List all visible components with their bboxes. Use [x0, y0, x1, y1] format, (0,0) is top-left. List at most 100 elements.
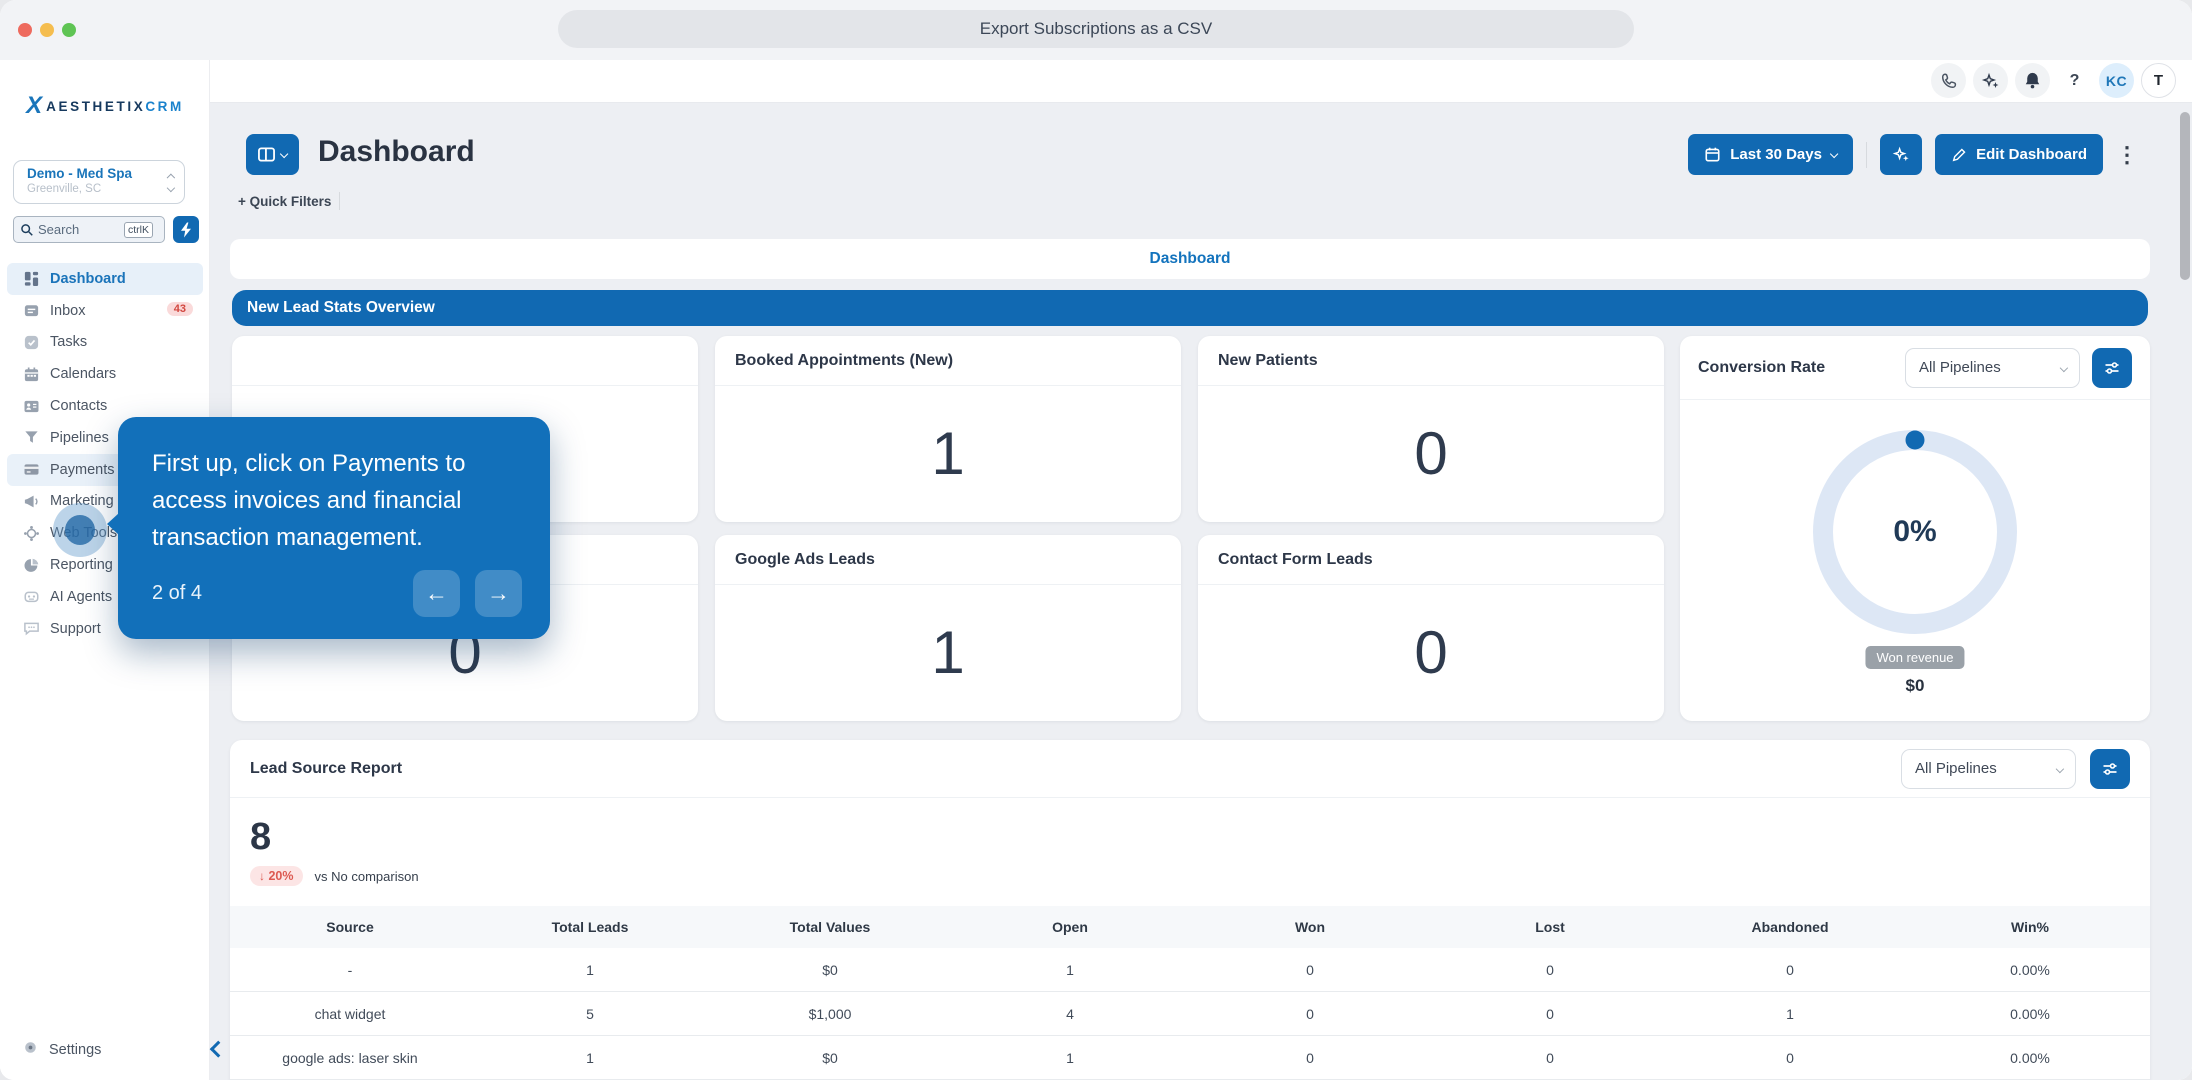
credit-card-icon: [22, 461, 40, 479]
dashboard-layout-button[interactable]: [246, 134, 299, 175]
funnel-icon: [22, 429, 40, 447]
pipelines-filter-select[interactable]: All Pipelines: [1905, 348, 2080, 388]
comparison-label: vs No comparison: [315, 869, 419, 884]
macos-titlebar: Export Subscriptions as a CSV: [0, 0, 2192, 60]
stat-card-google-ads-leads: Google Ads Leads 1: [715, 535, 1181, 721]
brand-mark-icon: X: [26, 92, 40, 120]
page-scrollbar[interactable]: [2180, 112, 2190, 280]
pie-chart-icon: [22, 556, 40, 574]
stat-card-title: Google Ads Leads: [715, 535, 1181, 585]
sidebar-item-inbox[interactable]: Inbox 43: [7, 295, 203, 327]
stat-card-value: 1: [715, 386, 1181, 520]
edit-dashboard-button[interactable]: Edit Dashboard: [1935, 134, 2103, 175]
robot-icon: [22, 588, 40, 606]
layout-grid-icon: [257, 146, 276, 163]
date-range-button[interactable]: Last 30 Days: [1688, 134, 1853, 175]
inbox-unread-badge: 43: [167, 302, 193, 316]
tasks-icon: [22, 333, 40, 351]
won-revenue-badge: Won revenue: [1865, 646, 1964, 669]
chart-settings-button[interactable]: [2090, 749, 2130, 789]
table-row: chat widget5$1,00040010.00%: [230, 992, 2150, 1036]
megaphone-icon: [22, 492, 40, 510]
search-icon: [20, 223, 34, 237]
conversion-card-header: Conversion Rate All Pipelines: [1680, 336, 2150, 400]
conversion-donut-chart: 0%: [1813, 430, 2017, 634]
lead-source-report-card: Lead Source Report All Pipelines 8 ↓ 20%…: [230, 740, 2150, 1080]
lightning-icon: [179, 222, 193, 238]
lead-report-title: Lead Source Report: [250, 760, 1887, 778]
column-header: Total Leads: [470, 919, 710, 935]
lead-change-row: ↓ 20% vs No comparison: [250, 866, 419, 886]
sidebar-item-tasks[interactable]: Tasks: [7, 327, 203, 359]
column-header: Total Values: [710, 919, 950, 935]
tour-tooltip: First up, click on Payments to access in…: [118, 417, 550, 639]
brand-name: AESTHETIXCRM: [46, 99, 184, 114]
table-row: google ads: laser skin1$010000.00%: [230, 1036, 2150, 1080]
organization-selector[interactable]: Demo - Med Spa Greenville, SC: [13, 160, 185, 204]
contacts-icon: [22, 397, 40, 415]
ai-assist-button[interactable]: [1880, 134, 1922, 175]
inbox-icon: [22, 302, 40, 320]
tour-next-button[interactable]: →: [475, 570, 522, 617]
stat-card-value: 1: [715, 585, 1181, 719]
search-box[interactable]: ctrlK: [13, 216, 165, 243]
quick-actions-button[interactable]: [173, 216, 199, 243]
tour-tooltip-footer: 2 of 4 ← →: [152, 570, 522, 617]
change-percent-badge: ↓ 20%: [250, 866, 303, 886]
sliders-icon: [2103, 359, 2121, 377]
stat-card-title: Booked Appointments (New): [715, 336, 1181, 386]
column-header: Win%: [1910, 919, 2150, 935]
won-revenue-amount: $0: [1906, 676, 1925, 696]
stat-card-title: Contact Form Leads: [1198, 535, 1664, 585]
chevron-down-icon: [2060, 363, 2068, 371]
chevron-down-icon: [1830, 150, 1839, 159]
conversion-card-title: Conversion Rate: [1698, 359, 1893, 377]
quick-filters-button[interactable]: + Quick Filters: [238, 192, 340, 210]
tab-dashboard[interactable]: Dashboard: [1150, 250, 1231, 268]
topbar-actions: ? KC T: [1931, 63, 2176, 98]
header-actions: Last 30 Days Edit Dashboard ⋮: [1688, 134, 2136, 175]
stat-card-booked-appointments: Booked Appointments (New) 1: [715, 336, 1181, 522]
column-header: Source: [230, 919, 470, 935]
user-avatar[interactable]: KC: [2099, 63, 2134, 98]
stat-card-value: 0: [1198, 386, 1664, 520]
dashboard-icon: [22, 270, 40, 288]
sidebar-item-dashboard[interactable]: Dashboard: [7, 263, 203, 295]
conversion-rate-value: 0%: [1813, 430, 2017, 634]
section-banner: New Lead Stats Overview: [232, 290, 2148, 326]
sidebar-item-settings[interactable]: Settings: [7, 1034, 203, 1066]
chart-settings-button[interactable]: [2092, 348, 2132, 388]
tour-step-counter: 2 of 4: [152, 582, 398, 605]
sparkles-icon[interactable]: [1973, 63, 2008, 98]
phone-icon[interactable]: [1931, 63, 1966, 98]
chat-bubble-icon: [22, 620, 40, 638]
tour-prev-button[interactable]: ←: [413, 570, 460, 617]
help-icon[interactable]: ?: [2057, 63, 2092, 98]
org-logo-avatar[interactable]: T: [2141, 63, 2176, 98]
minimize-window-button[interactable]: [40, 23, 54, 37]
stat-card-contact-form-leads: Contact Form Leads 0: [1198, 535, 1664, 721]
web-tools-icon: [22, 524, 40, 542]
notifications-bell-icon[interactable]: [2015, 63, 2050, 98]
brand-logo: X AESTHETIXCRM: [0, 92, 210, 120]
chevron-down-icon: [280, 150, 289, 159]
sidebar-item-calendars[interactable]: Calendars: [7, 358, 203, 390]
search-input[interactable]: [38, 222, 124, 237]
maximize-window-button[interactable]: [62, 23, 76, 37]
organization-location: Greenville, SC: [27, 183, 158, 195]
stat-card-title: New Patients: [1198, 336, 1664, 386]
sliders-icon: [2101, 760, 2119, 778]
page-title: Dashboard: [318, 135, 475, 169]
header-divider: [1866, 142, 1867, 168]
table-header-row: Source Total Leads Total Values Open Won…: [230, 906, 2150, 948]
chevron-down-icon: [2056, 764, 2064, 772]
app-body: ? KC T X AESTHETIXCRM Demo - Med Spa Gre…: [0, 60, 2192, 1080]
pipelines-filter-select[interactable]: All Pipelines: [1901, 749, 2076, 789]
close-window-button[interactable]: [18, 23, 32, 37]
pencil-icon: [1951, 147, 1967, 163]
more-options-button[interactable]: ⋮: [2116, 142, 2136, 168]
column-header: Abandoned: [1670, 919, 1910, 935]
organization-name: Demo - Med Spa: [27, 166, 158, 181]
stat-card-value: 0: [1198, 585, 1664, 719]
window-title: Export Subscriptions as a CSV: [558, 10, 1634, 48]
